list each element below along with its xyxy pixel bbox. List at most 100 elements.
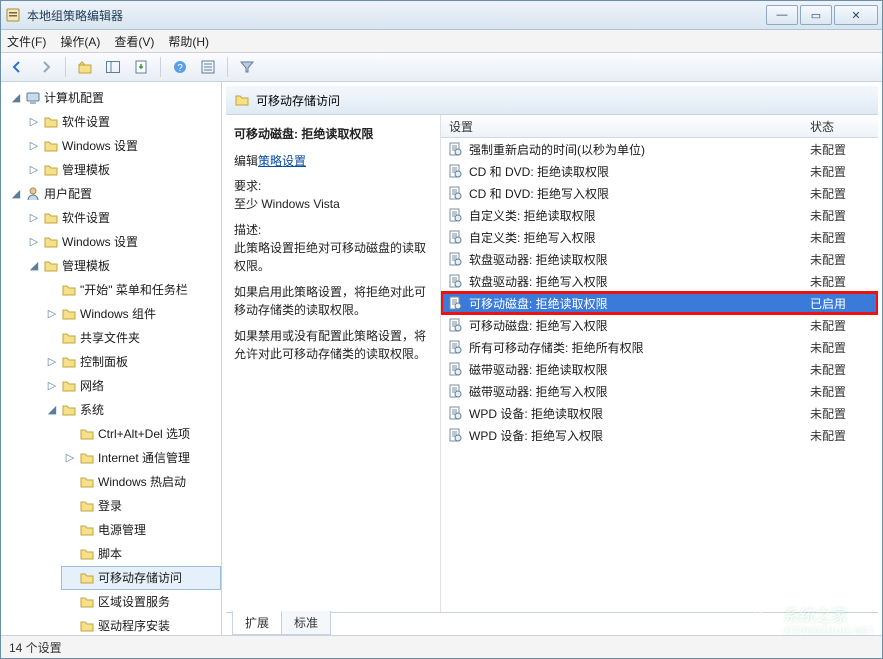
expand-icon[interactable]: ◢ bbox=[46, 404, 58, 416]
up-button[interactable] bbox=[74, 56, 96, 78]
help-button[interactable]: ? bbox=[169, 56, 191, 78]
list-rows: 强制重新启动的时间(以秒为单位)未配置CD 和 DVD: 拒绝读取权限未配置CD… bbox=[441, 138, 878, 446]
tree-node-power[interactable]: ▷电源管理 bbox=[61, 518, 221, 542]
expand-icon[interactable]: ▷ bbox=[28, 212, 40, 224]
menu-help[interactable]: 帮助(H) bbox=[168, 33, 209, 50]
tree-node-login[interactable]: ▷登录 bbox=[61, 494, 221, 518]
list-item[interactable]: 自定义类: 拒绝写入权限未配置 bbox=[441, 226, 878, 248]
list-item[interactable]: 强制重新启动的时间(以秒为单位)未配置 bbox=[441, 138, 878, 160]
body: ◢ 计算机配置 ▷软件设置 ▷Windows 设置 ▷管理模板 ◢ bbox=[1, 82, 882, 635]
minimize-button[interactable]: — bbox=[766, 5, 798, 25]
folder-icon bbox=[61, 330, 77, 346]
maximize-button[interactable]: ▭ bbox=[800, 5, 832, 25]
list-header: 设置 状态 bbox=[441, 115, 878, 138]
expand-icon[interactable]: ▷ bbox=[28, 236, 40, 248]
list-item[interactable]: 软盘驱动器: 拒绝写入权限未配置 bbox=[441, 270, 878, 292]
list-item[interactable]: 可移动磁盘: 拒绝读取权限已启用 bbox=[441, 292, 878, 314]
back-button[interactable] bbox=[7, 56, 29, 78]
tree-node-software-settings[interactable]: ▷软件设置 bbox=[25, 206, 221, 230]
tree-node-computer-config[interactable]: ◢ 计算机配置 bbox=[7, 86, 221, 110]
list-item[interactable]: 自定义类: 拒绝读取权限未配置 bbox=[441, 204, 878, 226]
expand-icon[interactable]: ▷ bbox=[64, 452, 76, 464]
tree-node-network[interactable]: ▷网络 bbox=[43, 374, 221, 398]
expand-icon[interactable]: ▷ bbox=[46, 380, 58, 392]
list-item[interactable]: 磁带驱动器: 拒绝读取权限未配置 bbox=[441, 358, 878, 380]
forward-button[interactable] bbox=[35, 56, 57, 78]
statusbar: 14 个设置 bbox=[1, 635, 882, 658]
column-state[interactable]: 状态 bbox=[810, 118, 878, 135]
expand-icon[interactable]: ▷ bbox=[28, 116, 40, 128]
expand-icon[interactable]: ▷ bbox=[28, 140, 40, 152]
expand-icon[interactable]: ▷ bbox=[46, 308, 58, 320]
list-item[interactable]: 磁带驱动器: 拒绝写入权限未配置 bbox=[441, 380, 878, 402]
tree-node-system[interactable]: ◢系统 bbox=[43, 398, 221, 422]
list-item[interactable]: CD 和 DVD: 拒绝写入权限未配置 bbox=[441, 182, 878, 204]
list-item-state: 未配置 bbox=[810, 339, 878, 356]
list-item-text: CD 和 DVD: 拒绝写入权限 bbox=[469, 185, 810, 202]
tree-node-windows-settings[interactable]: ▷Windows 设置 bbox=[25, 230, 221, 254]
tab-standard[interactable]: 标准 bbox=[281, 611, 331, 635]
list-item[interactable]: WPD 设备: 拒绝写入权限未配置 bbox=[441, 424, 878, 446]
edit-policy-link[interactable]: 策略设置 bbox=[258, 154, 306, 168]
list-item[interactable]: 软盘驱动器: 拒绝读取权限未配置 bbox=[441, 248, 878, 270]
toolbar-separator bbox=[227, 57, 228, 77]
tree-node-driver-install[interactable]: ▷驱动程序安装 bbox=[61, 614, 221, 635]
settings-list[interactable]: 设置 状态 强制重新启动的时间(以秒为单位)未配置CD 和 DVD: 拒绝读取权… bbox=[441, 115, 878, 612]
expand-icon[interactable]: ◢ bbox=[10, 188, 22, 200]
expand-icon[interactable]: ◢ bbox=[10, 92, 22, 104]
tree-node-admin-templates[interactable]: ▷管理模板 bbox=[25, 158, 221, 182]
tree-label: 驱动程序安装 bbox=[98, 616, 170, 635]
folder-icon bbox=[61, 282, 77, 298]
tree-node-control-panel[interactable]: ▷控制面板 bbox=[43, 350, 221, 374]
menu-view[interactable]: 查看(V) bbox=[114, 33, 154, 50]
list-item-state: 未配置 bbox=[810, 251, 878, 268]
list-item[interactable]: WPD 设备: 拒绝读取权限未配置 bbox=[441, 402, 878, 424]
tree-node-shared-folders[interactable]: ▷共享文件夹 bbox=[43, 326, 221, 350]
tree-node-startmenu[interactable]: ▷"开始" 菜单和任务栏 bbox=[43, 278, 221, 302]
tree-node-hotstart[interactable]: ▷Windows 热启动 bbox=[61, 470, 221, 494]
list-item-text: 强制重新启动的时间(以秒为单位) bbox=[469, 141, 810, 158]
tree-label: Internet 通信管理 bbox=[98, 448, 190, 468]
show-hide-tree-button[interactable] bbox=[102, 56, 124, 78]
folder-icon bbox=[79, 594, 95, 610]
properties-button[interactable] bbox=[197, 56, 219, 78]
filter-button[interactable] bbox=[236, 56, 258, 78]
requirement-text: 至少 Windows Vista bbox=[234, 195, 430, 213]
close-button[interactable]: ✕ bbox=[834, 5, 878, 25]
folder-icon bbox=[79, 522, 95, 538]
tree-node-ie-comm[interactable]: ▷ Internet 通信管理 bbox=[61, 446, 221, 470]
expand-icon[interactable]: ◢ bbox=[28, 260, 40, 272]
policy-icon bbox=[447, 207, 463, 223]
folder-icon bbox=[79, 618, 95, 634]
list-item-state: 未配置 bbox=[810, 185, 878, 202]
tree-node-removable-storage[interactable]: ▷可移动存储访问 bbox=[61, 566, 221, 590]
tree-node-locale[interactable]: ▷区域设置服务 bbox=[61, 590, 221, 614]
folder-icon bbox=[79, 498, 95, 514]
list-item[interactable]: 所有可移动存储类: 拒绝所有权限未配置 bbox=[441, 336, 878, 358]
folder-icon bbox=[43, 258, 59, 274]
app-icon bbox=[5, 7, 21, 23]
tree-node-scripts[interactable]: ▷脚本 bbox=[61, 542, 221, 566]
tree-node-user-config[interactable]: ◢ 用户配置 bbox=[7, 182, 221, 206]
requirement-label: 要求: bbox=[234, 177, 430, 195]
expand-icon[interactable]: ▷ bbox=[28, 164, 40, 176]
export-list-button[interactable] bbox=[130, 56, 152, 78]
tree-node-windows-settings[interactable]: ▷Windows 设置 bbox=[25, 134, 221, 158]
list-item-text: 软盘驱动器: 拒绝写入权限 bbox=[469, 273, 810, 290]
tree-pane[interactable]: ◢ 计算机配置 ▷软件设置 ▷Windows 设置 ▷管理模板 ◢ bbox=[1, 82, 222, 635]
column-setting[interactable]: 设置 bbox=[441, 118, 810, 135]
menu-file[interactable]: 文件(F) bbox=[7, 33, 46, 50]
folder-icon bbox=[43, 138, 59, 154]
folder-icon bbox=[79, 450, 95, 466]
tab-extended[interactable]: 扩展 bbox=[232, 611, 282, 635]
tree-node-admin-templates[interactable]: ◢ 管理模板 bbox=[25, 254, 221, 278]
expand-icon[interactable]: ▷ bbox=[46, 356, 58, 368]
tree-label: 管理模板 bbox=[62, 256, 110, 276]
tree-node-software-settings[interactable]: ▷软件设置 bbox=[25, 110, 221, 134]
tree-node-cad[interactable]: ▷Ctrl+Alt+Del 选项 bbox=[61, 422, 221, 446]
folder-icon bbox=[43, 114, 59, 130]
menu-action[interactable]: 操作(A) bbox=[60, 33, 100, 50]
list-item[interactable]: CD 和 DVD: 拒绝读取权限未配置 bbox=[441, 160, 878, 182]
list-item[interactable]: 可移动磁盘: 拒绝写入权限未配置 bbox=[441, 314, 878, 336]
tree-node-windows-components[interactable]: ▷Windows 组件 bbox=[43, 302, 221, 326]
